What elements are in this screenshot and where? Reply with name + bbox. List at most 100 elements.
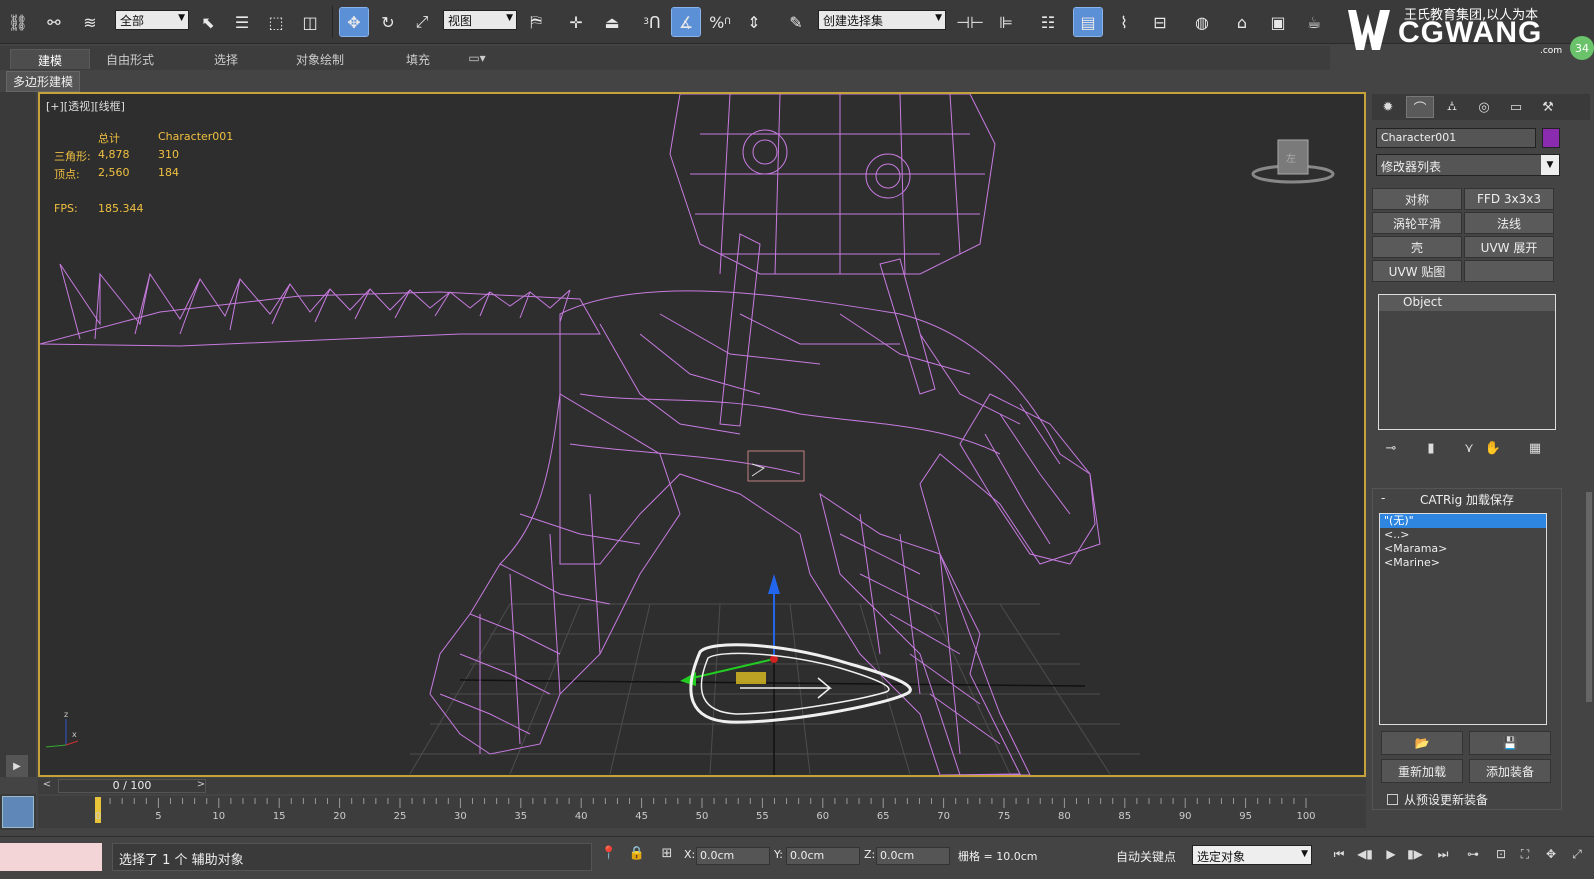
tab-selection[interactable]: 选择 bbox=[186, 49, 266, 69]
tab-freeform[interactable]: 自由形式 bbox=[90, 49, 170, 69]
character-wireframe[interactable] bbox=[40, 94, 1101, 775]
render-teapot-icon[interactable]: ☕ bbox=[1300, 8, 1328, 36]
rig-preset-list[interactable]: "(无)" <..> <Marama> <Marine> bbox=[1379, 513, 1547, 725]
angle-snap-icon[interactable]: ∡ bbox=[671, 7, 701, 37]
configure-modifier-sets-icon[interactable]: ▦ bbox=[1524, 438, 1546, 458]
list-item[interactable]: <..> bbox=[1380, 528, 1546, 542]
list-item[interactable]: "(无)" bbox=[1380, 514, 1546, 528]
zoom-extents-icon[interactable]: ⛶ bbox=[1514, 847, 1536, 865]
dummy-helper[interactable] bbox=[747, 450, 805, 482]
unlink-icon[interactable]: ⚯ bbox=[40, 8, 68, 36]
reload-button[interactable]: 重新加载 bbox=[1381, 759, 1463, 783]
modifier-unwrap-uvw-button[interactable]: UVW 展开 bbox=[1464, 236, 1554, 258]
pan-view-icon[interactable]: ✥ bbox=[1540, 847, 1562, 865]
maximize-viewport-icon[interactable]: ⤢ bbox=[1566, 847, 1588, 865]
object-color-swatch[interactable] bbox=[1542, 128, 1560, 148]
expand-panel-icon[interactable]: ▶ bbox=[6, 755, 28, 777]
list-item[interactable]: <Marama> bbox=[1380, 542, 1546, 556]
remove-modifier-icon[interactable]: ✋ bbox=[1482, 438, 1504, 458]
time-slider-thumb[interactable]: 0 / 100 bbox=[58, 779, 206, 793]
object-name-field[interactable]: Character001 bbox=[1376, 128, 1536, 148]
ribbon-options-icon[interactable]: ▭▾ bbox=[462, 49, 492, 69]
viewcube[interactable]: 左 bbox=[1250, 136, 1336, 184]
viewport-label[interactable]: [+][透视][线框] bbox=[46, 98, 125, 114]
isolate-selection-icon[interactable]: 📍 bbox=[600, 846, 618, 864]
next-frame-icon[interactable]: ▮▶ bbox=[1404, 847, 1426, 865]
modifier-stack[interactable]: Object bbox=[1378, 294, 1556, 430]
polygon-modeling-label[interactable]: 多边形建模 bbox=[6, 71, 81, 92]
tab-modeling[interactable]: 建模 bbox=[10, 49, 90, 69]
manipulate-icon[interactable]: ✛ bbox=[562, 8, 590, 36]
mini-listener[interactable] bbox=[0, 794, 36, 830]
rollout-header[interactable]: - CATRig 加载保存 bbox=[1373, 491, 1561, 509]
snap-toggle-icon[interactable]: 3ᑎ bbox=[638, 8, 666, 36]
percent-snap-icon[interactable]: % ᑎ bbox=[706, 8, 734, 36]
render-setup-icon[interactable]: ⌂ bbox=[1228, 8, 1256, 36]
select-rotate-icon[interactable]: ↻ bbox=[374, 8, 402, 36]
checkbox-box[interactable] bbox=[1387, 794, 1398, 805]
play-icon[interactable]: ▶ bbox=[1380, 847, 1402, 865]
modifier-symmetry-button[interactable]: 对称 bbox=[1372, 188, 1462, 210]
key-filter-dropdown[interactable]: 选定对象 ▼ bbox=[1192, 845, 1312, 865]
prev-frame-button[interactable]: < bbox=[40, 779, 54, 793]
modifier-uvw-map-button[interactable]: UVW 贴图 bbox=[1372, 260, 1462, 282]
previous-frame-icon[interactable]: ◀▮ bbox=[1354, 847, 1376, 865]
named-selection-dropdown[interactable]: 创建选择集 ▼ bbox=[818, 10, 946, 30]
select-move-icon[interactable]: ✥ bbox=[339, 7, 369, 37]
maxscript-mini-listener[interactable] bbox=[0, 843, 102, 871]
curve-editor-icon[interactable]: ⌇ bbox=[1110, 8, 1138, 36]
utilities-tab-icon[interactable]: ⚒ bbox=[1534, 96, 1562, 118]
toggle-ribbon-icon[interactable]: ▤ bbox=[1073, 7, 1103, 37]
save-rig-icon[interactable]: 💾 bbox=[1469, 731, 1551, 755]
viewport-canvas[interactable] bbox=[40, 94, 1364, 775]
selection-lock-icon[interactable]: 🔒 bbox=[628, 846, 646, 864]
x-coord-field[interactable]: 0.0cm bbox=[696, 847, 770, 865]
pin-stack-icon[interactable]: ⊸ bbox=[1380, 438, 1402, 458]
select-object-icon[interactable]: ⬉ bbox=[194, 8, 222, 36]
selection-filter-dropdown[interactable]: 全部 ▼ bbox=[115, 10, 189, 30]
make-unique-icon[interactable]: ⋎ bbox=[1458, 438, 1480, 458]
add-rig-button[interactable]: 添加装备 bbox=[1469, 759, 1551, 783]
tab-populate[interactable]: 填充 bbox=[378, 49, 458, 69]
open-folder-icon[interactable]: 📂 bbox=[1381, 731, 1463, 755]
spinner-snap-icon[interactable]: ⇕ bbox=[740, 8, 768, 36]
time-slider[interactable]: < 0 / 100 > bbox=[38, 778, 1366, 794]
bind-spacewarp-icon[interactable]: ≋ bbox=[76, 8, 104, 36]
layer-manager-icon[interactable]: ☷ bbox=[1034, 8, 1062, 36]
modifier-list-dropdown[interactable]: 修改器列表 ▼ bbox=[1376, 154, 1560, 176]
select-by-name-icon[interactable]: ☰ bbox=[228, 8, 256, 36]
rect-selection-icon[interactable]: ⬚ bbox=[262, 8, 290, 36]
stack-item-object[interactable]: Object bbox=[1379, 295, 1555, 311]
next-frame-button[interactable]: > bbox=[194, 779, 208, 793]
edit-named-selection-icon[interactable]: ✎ bbox=[782, 8, 810, 36]
modifier-ffd-button[interactable]: FFD 3x3x3 bbox=[1464, 188, 1554, 210]
coord-system-dropdown[interactable]: 视图 ▼ bbox=[443, 10, 517, 30]
maxscript-listener-icon[interactable] bbox=[2, 796, 34, 828]
update-from-preset-checkbox[interactable]: 从预设更新装备 bbox=[1387, 791, 1488, 808]
rendered-frame-icon[interactable]: ▣ bbox=[1264, 8, 1292, 36]
mirror-icon[interactable]: ⊣⊢ bbox=[956, 8, 984, 36]
create-tab-icon[interactable]: ✹ bbox=[1374, 96, 1402, 118]
command-panel-scrollbar[interactable] bbox=[1586, 492, 1592, 702]
link-icon[interactable]: ⛓ bbox=[4, 8, 32, 36]
modifier-shell-button[interactable]: 壳 bbox=[1372, 236, 1462, 258]
list-item[interactable]: <Marine> bbox=[1380, 556, 1546, 570]
modifier-normal-button[interactable]: 法线 bbox=[1464, 212, 1554, 234]
y-coord-field[interactable]: 0.0cm bbox=[786, 847, 860, 865]
go-to-start-icon[interactable]: ⏮ bbox=[1328, 847, 1350, 865]
pivot-center-icon[interactable]: ⛿ bbox=[522, 8, 550, 36]
tab-object-paint[interactable]: 对象绘制 bbox=[280, 49, 360, 69]
display-tab-icon[interactable]: ▭ bbox=[1502, 96, 1530, 118]
material-editor-icon[interactable]: ◍ bbox=[1188, 8, 1216, 36]
show-end-result-icon[interactable]: ▮ bbox=[1420, 438, 1442, 458]
absolute-mode-icon[interactable]: ⊞ bbox=[658, 846, 676, 864]
collapse-icon[interactable]: - bbox=[1381, 491, 1385, 505]
track-bar[interactable]: 0 5 10 15 20 25 30 35 40 45 50 55 60 65 70 75 80 85 90 95 10… bbox=[38, 796, 1366, 828]
go-to-end-icon[interactable]: ⏭ bbox=[1432, 847, 1454, 865]
modifier-turbosmooth-button[interactable]: 涡轮平滑 bbox=[1372, 212, 1462, 234]
select-scale-icon[interactable]: ⤢ bbox=[408, 8, 436, 36]
perspective-viewport[interactable]: [+][透视][线框] 总计 Character001 三角形: 4,878 310 … bbox=[38, 92, 1366, 777]
hierarchy-tab-icon[interactable]: ⛼ bbox=[1438, 96, 1466, 118]
z-coord-field[interactable]: 0.0cm bbox=[876, 847, 950, 865]
notification-badge[interactable]: 34 bbox=[1570, 36, 1594, 60]
